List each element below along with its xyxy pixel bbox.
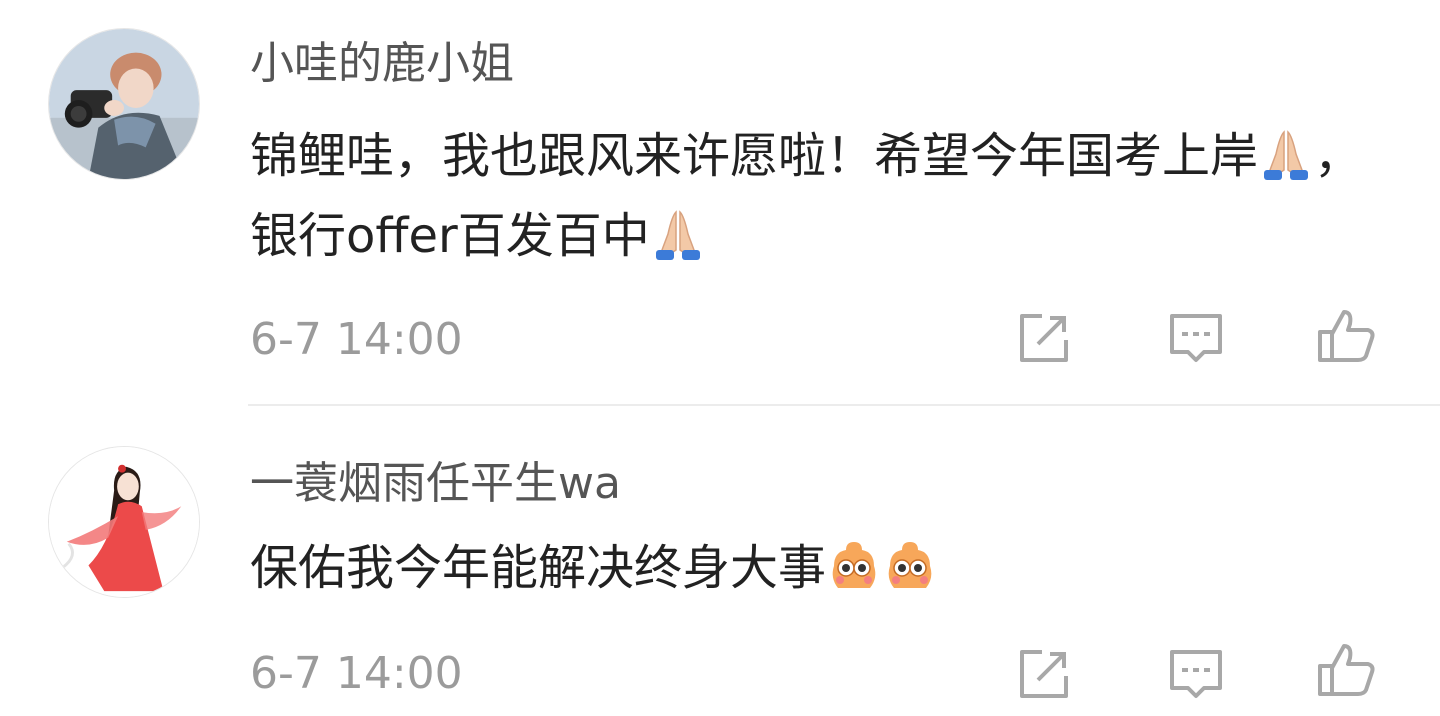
avatar[interactable] (48, 446, 200, 598)
folded-hands-emoji-icon (1258, 126, 1314, 182)
like-button[interactable] (1314, 304, 1378, 368)
like-icon (1318, 644, 1375, 696)
comment-text: 锦鲤哇，我也跟风来许愿啦！希望今年国考上岸 ，银行offer百发百中 (250, 116, 1410, 276)
timestamp: 6-7 14:00 (250, 648, 463, 699)
comment-text-part: 锦鲤哇，我也跟风来许愿啦！希望今年国考上岸 (250, 128, 1259, 184)
share-icon (1020, 314, 1068, 362)
like-icon (1318, 310, 1375, 362)
timestamp: 6-7 14:00 (250, 314, 463, 365)
avatar[interactable] (48, 28, 200, 180)
share-icon (1020, 650, 1068, 698)
folded-hands-emoji-icon (650, 206, 706, 262)
comment-text: 保佑我今年能解决终身大事 (250, 528, 1410, 608)
like-button[interactable] (1314, 638, 1378, 702)
comment-item: 小哇的鹿小姐 锦鲤哇，我也跟风来许愿啦！希望今年国考上岸 ，银行offer百发百… (0, 0, 1440, 404)
comment-button[interactable] (1164, 306, 1228, 370)
avatar-photographer-image (49, 29, 199, 179)
share-button[interactable] (1012, 642, 1076, 706)
avatar-red-dress-image (49, 447, 199, 597)
comment-button[interactable] (1164, 642, 1228, 706)
comment-icon (1170, 314, 1222, 362)
hopeful-face-emoji-icon (826, 538, 882, 594)
comment-text-part: 保佑我今年能解决终身大事 (250, 540, 827, 596)
username[interactable]: 一蓑烟雨任平生wa (250, 462, 621, 506)
username[interactable]: 小哇的鹿小姐 (250, 42, 514, 86)
share-button[interactable] (1012, 306, 1076, 370)
comment-icon (1170, 650, 1222, 698)
hopeful-face-emoji-icon (882, 538, 938, 594)
comment-item: 一蓑烟雨任平生wa 保佑我今年能解决终身大事 6-7 14:00 (0, 406, 1440, 716)
